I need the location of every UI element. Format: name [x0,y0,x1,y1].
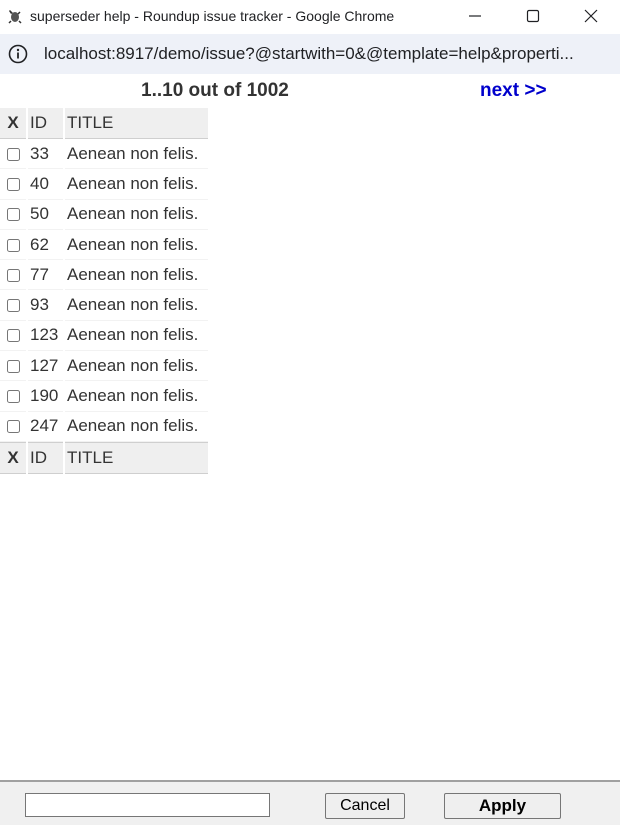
column-footer-title: TITLE [65,441,208,474]
issue-id-cell: 33 [28,139,63,170]
row-checkbox-cell [0,381,26,412]
row-checkbox-cell [0,139,26,170]
close-icon [584,9,598,23]
table-row: 33 Aenean non felis. [0,139,208,170]
window-title: superseder help - Roundup issue tracker … [30,8,395,24]
table-row: 50 Aenean non felis. [0,200,208,230]
row-checkbox-cell [0,200,26,230]
url-text[interactable]: localhost:8917/demo/issue?@startwith=0&@… [44,44,604,64]
table-row: 40 Aenean non felis. [0,169,208,200]
table-row: 123 Aenean non felis. [0,321,208,352]
column-header-id: ID [28,108,63,139]
column-header-title: TITLE [65,108,208,139]
table-footer-row: X ID TITLE [0,441,208,474]
issue-title-cell: Aenean non felis. [65,351,208,382]
table-row: 93 Aenean non felis. [0,290,208,321]
issue-id-cell: 190 [28,381,63,412]
maximize-button[interactable] [504,0,562,32]
row-checkbox-cell [0,321,26,352]
issue-id-cell: 247 [28,412,63,442]
omnibox[interactable]: localhost:8917/demo/issue?@startwith=0&@… [0,34,620,74]
table-row: 127 Aenean non felis. [0,351,208,382]
row-checkbox[interactable] [6,208,20,222]
row-checkbox-cell [0,260,26,291]
window-controls [446,0,620,32]
row-checkbox-cell [0,169,26,200]
row-checkbox-cell [0,290,26,321]
row-checkbox-cell [0,230,26,261]
row-checkbox[interactable] [6,177,20,191]
issue-title-cell: Aenean non felis. [65,412,208,442]
window-titlebar: superseder help - Roundup issue tracker … [0,0,620,32]
result-count: 1..10 out of 1002 [141,80,289,101]
issue-id-cell: 62 [28,230,63,261]
column-footer-x: X [0,441,26,474]
issue-id-cell: 93 [28,290,63,321]
minimize-icon [469,15,481,17]
minimize-button[interactable] [446,0,504,32]
row-checkbox[interactable] [6,329,20,343]
row-checkbox[interactable] [6,147,20,161]
row-checkbox-cell [0,412,26,442]
row-checkbox[interactable] [6,238,20,252]
row-checkbox[interactable] [6,268,20,282]
issue-title-cell: Aenean non felis. [65,230,208,261]
pager: 1..10 out of 1002 next >> [0,80,620,104]
issue-title-cell: Aenean non felis. [65,290,208,321]
row-checkbox[interactable] [6,390,20,404]
column-footer-id: ID [28,441,63,474]
issue-id-cell: 127 [28,351,63,382]
bottom-action-bar: Cancel Apply [0,780,620,825]
issue-id-cell: 77 [28,260,63,291]
address-bar: localhost:8917/demo/issue?@startwith=0&@… [0,32,620,77]
close-window-button[interactable] [562,0,620,32]
table-header-row: X ID TITLE [0,108,208,139]
table-row: 190 Aenean non felis. [0,381,208,412]
table-row: 247 Aenean non felis. [0,412,208,442]
row-checkbox-cell [0,351,26,382]
apply-button[interactable]: Apply [444,793,561,819]
row-checkbox[interactable] [6,299,20,313]
issue-list-table: X ID TITLE 33 Aenean non felis. 40 Aenean n… [0,108,210,474]
issue-id-cell: 50 [28,200,63,230]
info-icon[interactable] [8,44,28,64]
issue-title-cell: Aenean non felis. [65,260,208,291]
issue-title-cell: Aenean non felis. [65,200,208,230]
row-checkbox[interactable] [6,359,20,373]
maximize-icon [526,9,540,23]
cancel-button[interactable]: Cancel [325,793,405,819]
issue-id-cell: 40 [28,169,63,200]
row-checkbox[interactable] [6,420,20,434]
table-row: 62 Aenean non felis. [0,230,208,261]
table-row: 77 Aenean non felis. [0,260,208,291]
column-header-x: X [0,108,26,139]
issue-title-cell: Aenean non felis. [65,139,208,170]
issue-title-cell: Aenean non felis. [65,169,208,200]
roundup-app-icon [8,10,22,24]
selection-input[interactable] [25,793,270,817]
next-page-link[interactable]: next >> [480,80,547,102]
page-content: 1..10 out of 1002 next >> X ID TITLE 33 A… [0,76,620,780]
issue-id-cell: 123 [28,321,63,352]
issue-title-cell: Aenean non felis. [65,381,208,412]
issue-title-cell: Aenean non felis. [65,321,208,352]
